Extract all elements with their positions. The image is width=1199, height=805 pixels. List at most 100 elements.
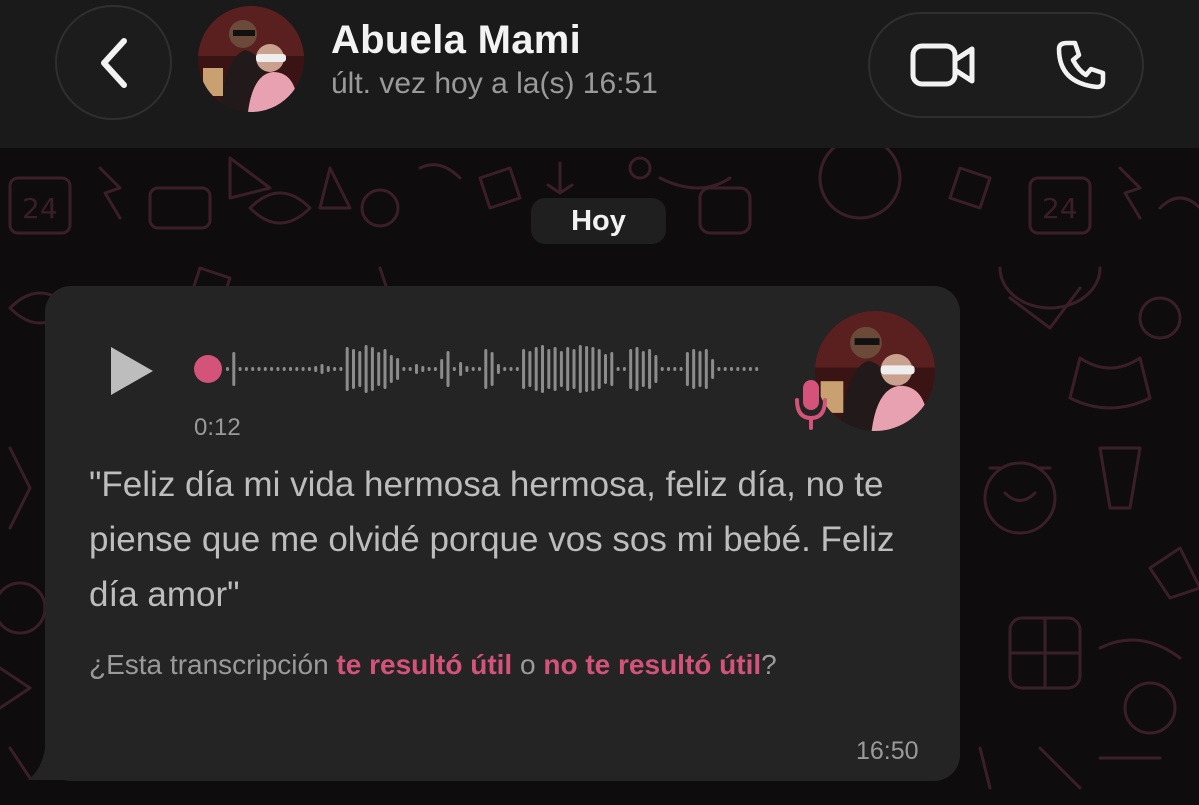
- waveform-bar: [553, 347, 557, 391]
- waveform-bar: [415, 364, 418, 374]
- chat-header: Abuela Mami últ. vez hoy a la(s) 16:51: [0, 0, 1199, 148]
- waveform-bar: [289, 367, 292, 371]
- waveform-bar: [389, 355, 393, 383]
- waveform-bar: [276, 367, 280, 371]
- transcription-feedback: ¿Esta transcripción te resultó útil o no…: [89, 643, 909, 686]
- waveform-bar: [282, 367, 286, 371]
- waveform-bar: [528, 351, 532, 387]
- waveform-bar: [522, 349, 526, 389]
- sender-avatar: [815, 311, 935, 431]
- waveform-bar: [314, 366, 318, 372]
- waveform-bar: [604, 354, 607, 384]
- waveform-bar: [736, 367, 740, 371]
- last-seen-status: últ. vez hoy a la(s) 16:51: [331, 67, 658, 100]
- microphone-icon: [795, 380, 827, 430]
- waveform-bar: [730, 367, 733, 371]
- waveform-bar: [597, 349, 601, 389]
- waveform-bar: [377, 352, 381, 386]
- waveform-bar: [509, 367, 513, 371]
- waveform-bar: [352, 349, 355, 389]
- phone-icon: [1056, 40, 1106, 90]
- waveform-bar: [629, 349, 633, 389]
- waveform-bar: [578, 345, 582, 393]
- audio-waveform[interactable]: [190, 338, 760, 400]
- waveform-bar: [490, 352, 494, 386]
- waveform-bar: [244, 367, 248, 371]
- waveform-bar: [496, 364, 500, 374]
- waveform-bar: [238, 367, 242, 371]
- date-separator: Hoy: [531, 198, 666, 244]
- waveform-bar: [698, 351, 702, 387]
- waveform-bar: [748, 367, 752, 371]
- waveform-bar: [641, 351, 645, 387]
- waveform-bar: [610, 352, 614, 386]
- waveform-bar: [452, 367, 456, 371]
- waveform-bar: [333, 367, 337, 371]
- waveform-bar: [307, 367, 311, 371]
- waveform-bar: [446, 351, 450, 387]
- waveform-bar: [251, 367, 255, 371]
- waveform-bar: [427, 367, 431, 371]
- waveform-bar: [503, 367, 507, 371]
- waveform-bar: [692, 349, 696, 389]
- waveform-bar: [534, 347, 538, 391]
- waveform-bar: [257, 367, 261, 371]
- waveform-bar: [383, 349, 387, 389]
- back-button[interactable]: [55, 5, 172, 120]
- svg-text:24: 24: [22, 192, 58, 225]
- voice-transcription: "Feliz día mi vida hermosa hermosa, feli…: [89, 465, 895, 614]
- voice-call-button[interactable]: [1040, 32, 1122, 98]
- svg-text:24: 24: [1042, 192, 1078, 225]
- waveform-bar: [478, 367, 481, 371]
- waveform-bar: [515, 367, 519, 371]
- waveform-bar: [408, 367, 412, 371]
- waveform-bar: [433, 367, 437, 371]
- feedback-suffix: ?: [761, 649, 777, 680]
- waveform-bar: [345, 347, 349, 391]
- contact-name[interactable]: Abuela Mami: [331, 18, 581, 63]
- waveform-bar: [402, 367, 406, 371]
- waveform-bar: [667, 367, 670, 371]
- waveform-bar: [711, 359, 715, 379]
- waveform-bar: [301, 367, 305, 371]
- waveform-bar: [320, 364, 324, 374]
- waveform-bar: [648, 349, 652, 389]
- waveform-bar: [484, 349, 488, 389]
- waveform-bar: [547, 349, 551, 389]
- waveform-bar: [326, 366, 330, 372]
- message-time: 16:50: [856, 737, 919, 765]
- chevron-left-icon: [100, 37, 127, 88]
- waveform-bar: [471, 367, 475, 371]
- voice-duration: 0:12: [194, 414, 241, 441]
- waveform-bar: [358, 351, 362, 387]
- waveform-bar: [704, 349, 708, 389]
- waveform-bar: [226, 367, 229, 371]
- waveform-bar: [635, 347, 639, 391]
- waveform-bar: [654, 355, 658, 383]
- waveform-bar: [396, 358, 400, 380]
- waveform-bar: [673, 367, 677, 371]
- video-camera-icon: [910, 43, 975, 87]
- waveform-bar: [295, 367, 299, 371]
- waveform-bar: [263, 367, 267, 371]
- waveform-bar: [742, 367, 746, 371]
- not-useful-feedback-link[interactable]: no te resultó útil: [543, 649, 761, 680]
- waveform-bar: [755, 367, 759, 371]
- waveform-bar: [723, 367, 727, 371]
- waveform-bar: [232, 352, 236, 386]
- waveform-bar: [421, 366, 425, 372]
- waveform-bar: [622, 367, 626, 371]
- play-icon[interactable]: [107, 343, 157, 399]
- waveform-bar: [465, 366, 469, 372]
- waveform-bar: [459, 362, 463, 376]
- useful-feedback-link[interactable]: te resultó útil: [336, 649, 512, 680]
- contact-avatar[interactable]: [198, 6, 304, 112]
- waveform-bar: [660, 367, 664, 371]
- waveform-bar: [440, 359, 444, 379]
- waveform-bar: [685, 352, 689, 386]
- waveform-bar: [370, 347, 374, 391]
- feedback-prefix: ¿Esta transcripción: [89, 649, 337, 680]
- waveform-bar: [591, 347, 595, 391]
- video-call-button[interactable]: [894, 32, 992, 98]
- playback-scrubber[interactable]: [194, 355, 222, 383]
